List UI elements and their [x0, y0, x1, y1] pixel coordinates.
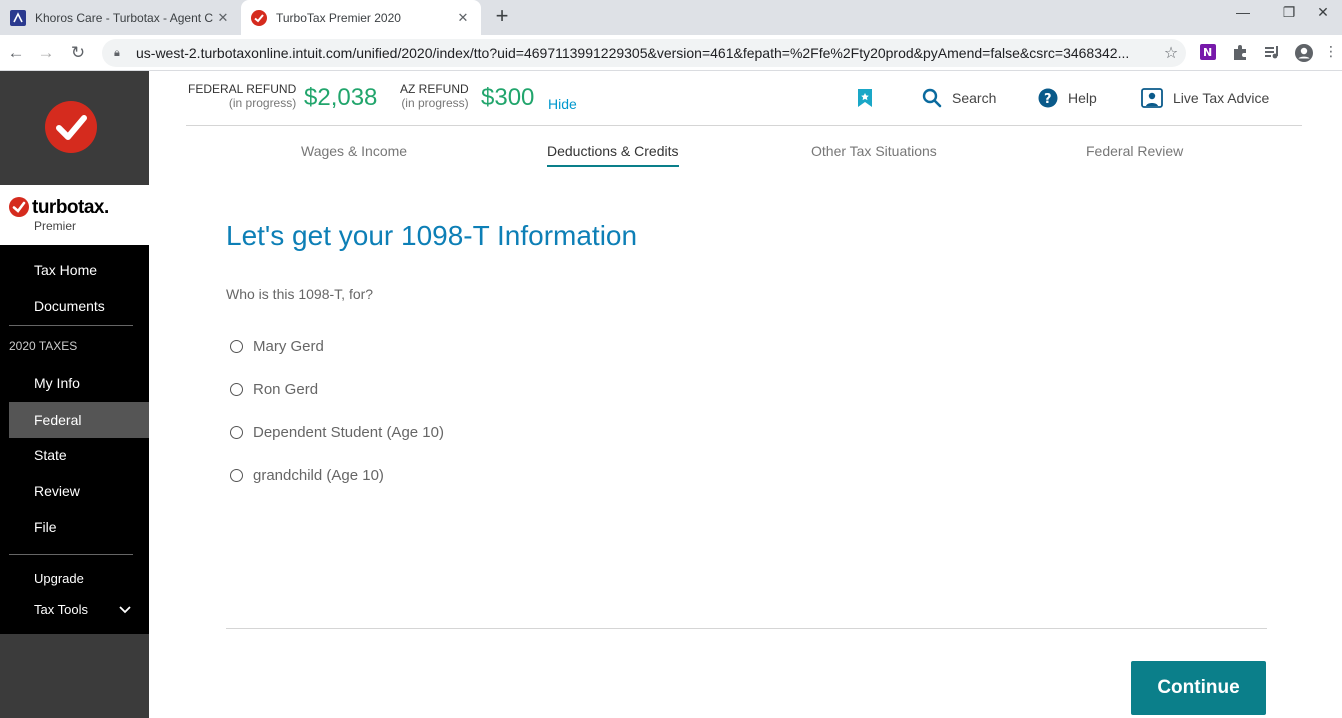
- radio-label[interactable]: Ron Gerd: [253, 381, 318, 398]
- svg-text:N: N: [1203, 46, 1212, 59]
- radio-label[interactable]: grandchild (Age 10): [253, 467, 384, 484]
- bookmark-icon: [858, 89, 872, 107]
- search-icon: [922, 88, 942, 108]
- step-wages-income[interactable]: Wages & Income: [301, 143, 407, 159]
- live-tax-advice-button[interactable]: Live Tax Advice: [1141, 88, 1269, 108]
- turbotax-favicon-icon: [251, 9, 267, 26]
- header-divider: [186, 125, 1302, 126]
- turbotax-check-icon[interactable]: [45, 101, 97, 153]
- sidebar: turbotax. Premier Tax Home Documents 202…: [0, 71, 149, 718]
- sidebar-section-heading: 2020 TAXES: [9, 339, 78, 353]
- search-label: Search: [952, 90, 997, 106]
- sidebar-item-review[interactable]: Review: [9, 473, 149, 509]
- profile-avatar-icon[interactable]: [1294, 43, 1314, 63]
- federal-refund-label-group: FEDERAL REFUND (in progress): [188, 82, 296, 110]
- help-button[interactable]: ? Help: [1038, 88, 1097, 108]
- sidebar-item-federal[interactable]: Federal: [9, 402, 149, 438]
- step-other-tax-situations[interactable]: Other Tax Situations: [811, 143, 937, 159]
- close-tab-icon[interactable]: ✕: [215, 10, 231, 26]
- window-close-button[interactable]: ✕: [1300, 4, 1342, 26]
- sidebar-divider: [9, 554, 133, 555]
- browser-menu-icon[interactable]: ⋮: [1324, 43, 1338, 63]
- state-refund-label: AZ REFUND: [400, 82, 469, 96]
- state-refund-status: (in progress): [401, 96, 469, 110]
- federal-refund-amount[interactable]: $2,038: [304, 84, 377, 112]
- lock-icon: 🔒︎: [114, 46, 120, 59]
- sidebar-item-state[interactable]: State: [9, 437, 149, 473]
- radio-button[interactable]: [230, 383, 243, 396]
- url-text[interactable]: us-west-2.turbotaxonline.intuit.com/unif…: [136, 45, 1156, 61]
- federal-refund-status: (in progress): [228, 96, 297, 110]
- browser-tab-turbotax[interactable]: TurboTax Premier 2020 ✕: [241, 0, 481, 35]
- live-advice-label: Live Tax Advice: [1173, 90, 1270, 106]
- radio-option[interactable]: grandchild (Age 10): [230, 467, 384, 484]
- radio-label[interactable]: Mary Gerd: [253, 338, 324, 355]
- sidebar-item-file[interactable]: File: [9, 509, 149, 545]
- footer-divider: [226, 628, 1267, 629]
- question-text: Who is this 1098-T, for?: [226, 286, 374, 302]
- svg-text:?: ?: [1044, 92, 1052, 107]
- minimize-button[interactable]: —: [1220, 4, 1266, 26]
- onenote-extension-icon[interactable]: N: [1198, 43, 1218, 63]
- sidebar-divider: [9, 325, 133, 326]
- radio-option[interactable]: Mary Gerd: [230, 338, 324, 355]
- hide-refund-link[interactable]: Hide: [548, 96, 577, 112]
- brand-name: turbotax.: [32, 197, 109, 218]
- tab-title: Khoros Care - Turbotax - Agent C: [35, 10, 214, 25]
- turbotax-mini-check-icon: [9, 197, 29, 217]
- khoros-favicon-icon: [10, 9, 26, 26]
- reload-icon[interactable]: ↻: [66, 41, 90, 65]
- federal-refund-label: FEDERAL REFUND: [188, 82, 297, 96]
- step-federal-review[interactable]: Federal Review: [1086, 143, 1183, 159]
- close-tab-icon[interactable]: ✕: [455, 10, 471, 26]
- browser-tab-khoros[interactable]: Khoros Care - Turbotax - Agent C ✕: [0, 0, 241, 35]
- live-advice-expert-icon: [1141, 88, 1163, 108]
- media-control-icon[interactable]: [1262, 43, 1282, 63]
- help-icon: ?: [1038, 88, 1058, 108]
- radio-option[interactable]: Ron Gerd: [230, 381, 318, 398]
- radio-label[interactable]: Dependent Student (Age 10): [253, 424, 444, 441]
- forward-arrow-icon[interactable]: →: [34, 41, 58, 65]
- turbotax-brand: turbotax. Premier: [0, 185, 149, 245]
- tax-tools-label: Tax Tools: [34, 602, 88, 617]
- page-title: Let's get your 1098-T Information: [226, 220, 638, 251]
- radio-button[interactable]: [230, 469, 243, 482]
- tab-title: TurboTax Premier 2020: [276, 10, 401, 25]
- sidebar-item-my-info[interactable]: My Info: [9, 365, 149, 401]
- sidebar-footer-area: [0, 634, 149, 718]
- continue-button[interactable]: Continue: [1131, 661, 1266, 715]
- browser-toolbar: ← → ↻ 🔒︎ us-west-2.turbotaxonline.intuit…: [0, 35, 1342, 71]
- radio-button[interactable]: [230, 426, 243, 439]
- browser-tab-bar: Khoros Care - Turbotax - Agent C ✕ Turbo…: [0, 0, 1342, 35]
- state-refund-amount[interactable]: $300: [481, 84, 534, 112]
- radio-button[interactable]: [230, 340, 243, 353]
- address-bar[interactable]: 🔒︎ us-west-2.turbotaxonline.intuit.com/u…: [102, 39, 1186, 67]
- step-deductions-credits[interactable]: Deductions & Credits: [547, 143, 679, 167]
- search-button[interactable]: Search: [922, 88, 996, 108]
- bookmark-star-icon[interactable]: ☆: [1156, 43, 1186, 63]
- help-label: Help: [1068, 90, 1097, 106]
- sidebar-logo-area: [0, 71, 149, 185]
- radio-option[interactable]: Dependent Student (Age 10): [230, 424, 444, 441]
- state-refund-label-group: AZ REFUND (in progress): [400, 82, 469, 110]
- extensions-puzzle-icon[interactable]: [1230, 43, 1250, 63]
- brand-tier: Premier: [34, 219, 77, 233]
- sidebar-item-tax-home[interactable]: Tax Home: [9, 252, 149, 288]
- back-arrow-icon[interactable]: ←: [4, 41, 28, 65]
- sidebar-item-documents[interactable]: Documents: [9, 288, 149, 324]
- new-tab-button[interactable]: +: [490, 5, 514, 29]
- bookmark-button[interactable]: [857, 88, 883, 108]
- sidebar-item-tax-tools[interactable]: Tax Tools: [9, 592, 149, 628]
